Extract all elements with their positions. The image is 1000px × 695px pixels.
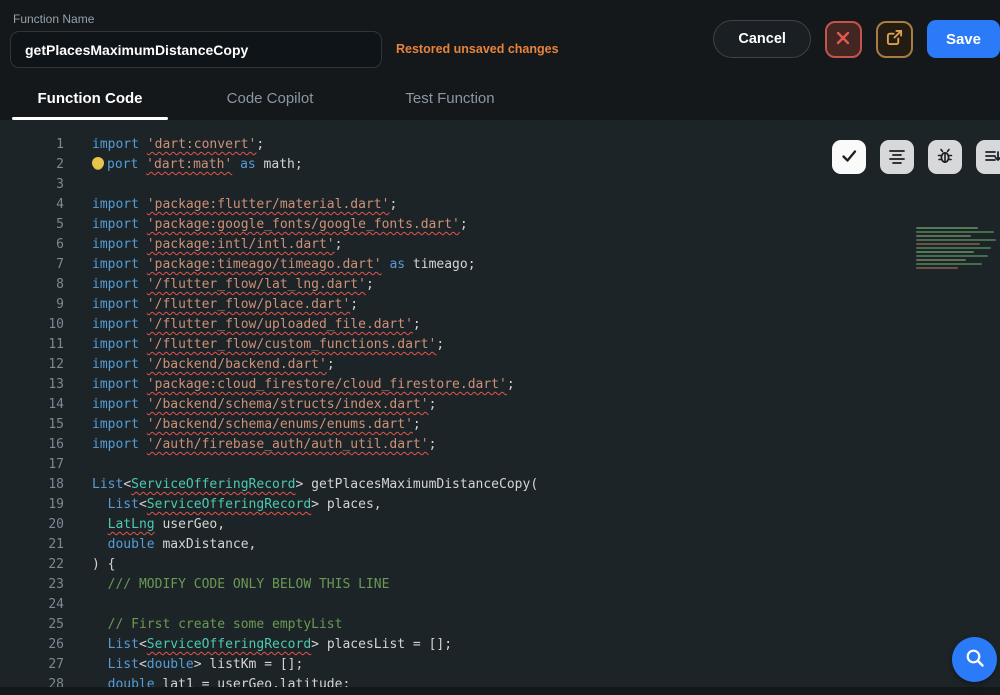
- code-line[interactable]: 5import 'package:google_fonts/google_fon…: [0, 215, 1000, 235]
- code-line[interactable]: 21 double maxDistance,: [0, 535, 1000, 555]
- line-number: 24: [0, 595, 64, 615]
- line-number: 14: [0, 395, 64, 415]
- tab-bar: Function Code Code Copilot Test Function: [0, 76, 1000, 120]
- code-line[interactable]: 9import '/flutter_flow/place.dart';: [0, 295, 1000, 315]
- code-line[interactable]: 11import '/flutter_flow/custom_functions…: [0, 335, 1000, 355]
- line-number: 7: [0, 255, 64, 275]
- lightbulb-icon[interactable]: [92, 157, 104, 169]
- line-number: 3: [0, 175, 64, 195]
- horizontal-scrollbar[interactable]: [0, 687, 1000, 695]
- code-line[interactable]: 3: [0, 175, 1000, 195]
- line-options-button[interactable]: [976, 140, 1000, 174]
- line-number: 2: [0, 155, 64, 175]
- line-number: 9: [0, 295, 64, 315]
- format-list-icon: [984, 147, 1000, 168]
- code-line[interactable]: 24: [0, 595, 1000, 615]
- code-line[interactable]: 8import '/flutter_flow/lat_lng.dart';: [0, 275, 1000, 295]
- minimap[interactable]: [912, 225, 1000, 269]
- line-number: 16: [0, 435, 64, 455]
- line-number: 13: [0, 375, 64, 395]
- code-line[interactable]: 20 LatLng userGeo,: [0, 515, 1000, 535]
- code-editor[interactable]: 1import 'dart:convert';2port 'dart:math'…: [0, 120, 1000, 695]
- code-area[interactable]: 1import 'dart:convert';2port 'dart:math'…: [0, 120, 1000, 695]
- bug-icon: [936, 147, 954, 168]
- unsaved-changes-status: Restored unsaved changes: [396, 42, 559, 56]
- confirm-code-button[interactable]: [832, 140, 866, 174]
- code-line[interactable]: 27 List<double> listKm = [];: [0, 655, 1000, 675]
- debug-button[interactable]: [928, 140, 962, 174]
- code-line[interactable]: 10import '/flutter_flow/uploaded_file.da…: [0, 315, 1000, 335]
- delete-button[interactable]: [825, 21, 862, 58]
- code-line[interactable]: 23 /// MODIFY CODE ONLY BELOW THIS LINE: [0, 575, 1000, 595]
- code-line[interactable]: 6import 'package:intl/intl.dart';: [0, 235, 1000, 255]
- code-line[interactable]: 19 List<ServiceOfferingRecord> places,: [0, 495, 1000, 515]
- code-line[interactable]: 26 List<ServiceOfferingRecord> placesLis…: [0, 635, 1000, 655]
- code-line[interactable]: 22) {: [0, 555, 1000, 575]
- line-number: 17: [0, 455, 64, 475]
- line-number: 26: [0, 635, 64, 655]
- function-name-label: Function Name: [13, 12, 94, 26]
- tab-code-copilot[interactable]: Code Copilot: [180, 76, 360, 120]
- tab-label: Code Copilot: [227, 90, 314, 107]
- tab-function-code[interactable]: Function Code: [0, 76, 180, 120]
- code-line[interactable]: 15import '/backend/schema/enums/enums.da…: [0, 415, 1000, 435]
- code-line[interactable]: 14import '/backend/schema/structs/index.…: [0, 395, 1000, 415]
- function-name-input[interactable]: [10, 31, 382, 68]
- line-number: 6: [0, 235, 64, 255]
- line-number: 4: [0, 195, 64, 215]
- code-line[interactable]: 12import '/backend/backend.dart';: [0, 355, 1000, 375]
- line-number: 25: [0, 615, 64, 635]
- cancel-button[interactable]: Cancel: [713, 20, 811, 58]
- search-fab[interactable]: [952, 637, 997, 682]
- open-external-button[interactable]: [876, 21, 913, 58]
- line-number: 5: [0, 215, 64, 235]
- line-number: 11: [0, 335, 64, 355]
- code-line[interactable]: 17: [0, 455, 1000, 475]
- line-number: 18: [0, 475, 64, 495]
- code-line[interactable]: 13import 'package:cloud_firestore/cloud_…: [0, 375, 1000, 395]
- line-number: 19: [0, 495, 64, 515]
- external-link-icon: [886, 29, 903, 49]
- check-icon: [840, 147, 858, 168]
- tab-test-function[interactable]: Test Function: [360, 76, 540, 120]
- line-number: 20: [0, 515, 64, 535]
- line-number: 22: [0, 555, 64, 575]
- align-center-icon: [888, 147, 906, 168]
- line-number: 15: [0, 415, 64, 435]
- code-line[interactable]: 25 // First create some emptyList: [0, 615, 1000, 635]
- code-line[interactable]: 4import 'package:flutter/material.dart';: [0, 195, 1000, 215]
- line-number: 21: [0, 535, 64, 555]
- save-button[interactable]: Save: [927, 20, 1000, 58]
- search-icon: [964, 647, 986, 672]
- line-number: 27: [0, 655, 64, 675]
- function-editor-page: Function Name Restored unsaved changes C…: [0, 0, 1000, 695]
- format-code-button[interactable]: [880, 140, 914, 174]
- line-number: 1: [0, 135, 64, 155]
- tab-label: Test Function: [405, 90, 494, 107]
- header: Function Name Restored unsaved changes C…: [0, 0, 1000, 76]
- editor-toolbar: [832, 140, 1000, 174]
- close-icon: [835, 30, 851, 49]
- header-actions: Cancel Save: [713, 20, 1000, 58]
- tab-label: Function Code: [38, 90, 143, 107]
- line-number: 23: [0, 575, 64, 595]
- code-line[interactable]: 18List<ServiceOfferingRecord> getPlacesM…: [0, 475, 1000, 495]
- code-line[interactable]: 16import '/auth/firebase_auth/auth_util.…: [0, 435, 1000, 455]
- line-number: 8: [0, 275, 64, 295]
- code-line[interactable]: 7import 'package:timeago/timeago.dart' a…: [0, 255, 1000, 275]
- line-number: 10: [0, 315, 64, 335]
- line-number: 12: [0, 355, 64, 375]
